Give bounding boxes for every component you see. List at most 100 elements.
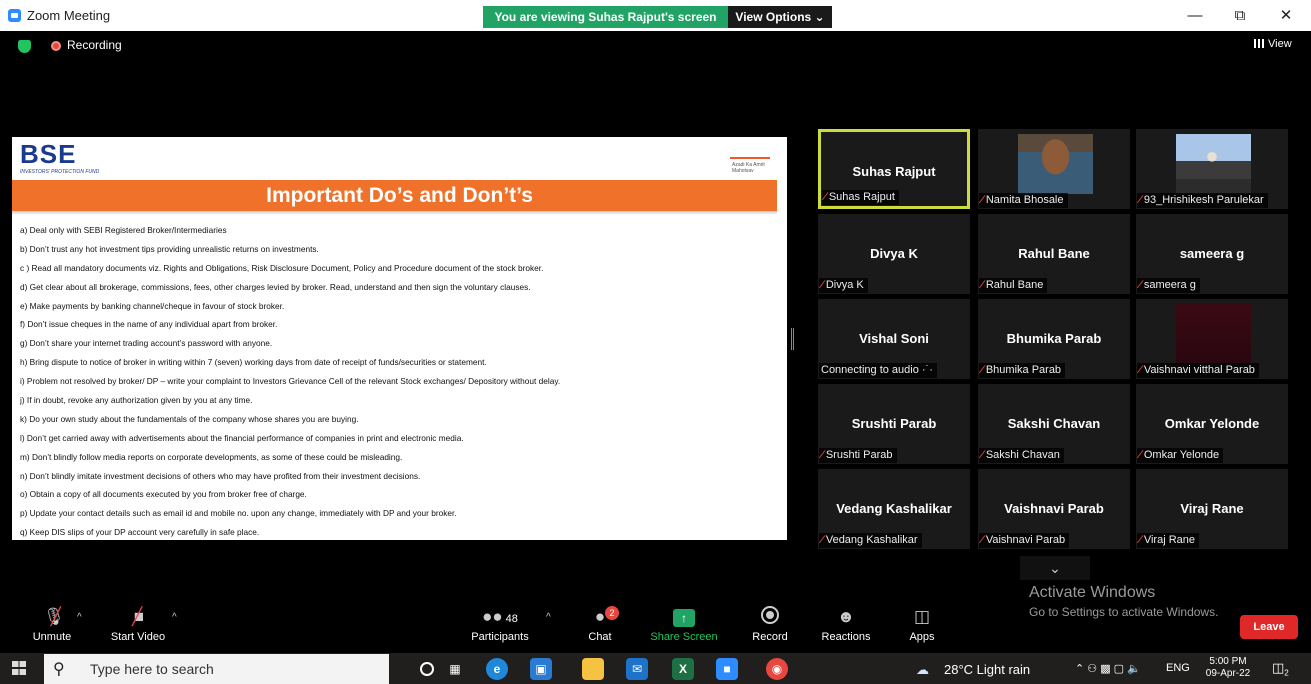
- clock-date: 09-Apr-22: [1205, 668, 1251, 679]
- participant-name-label: ∕ 93_Hrishikesh Parulekar: [1137, 193, 1268, 208]
- participant-label-text: Rahul Bane: [985, 279, 1044, 291]
- participant-tile[interactable]: Srushti Parab ∕ Srushti Parab: [818, 384, 970, 464]
- window-title: Zoom Meeting: [27, 8, 111, 23]
- slide-list-item: m) Don’t blindly follow media reports on…: [20, 451, 403, 462]
- slide-list-item: d) Get clear about all brokerage, commis…: [20, 281, 531, 292]
- participant-name-label: ∕ Omkar Yelonde: [1137, 448, 1224, 463]
- participant-tile[interactable]: Divya K ∕ Divya K: [818, 214, 970, 294]
- store-icon[interactable]: ▣: [530, 658, 552, 680]
- windows-start-icon[interactable]: [12, 661, 26, 675]
- participants-icon: ●● 48: [482, 607, 518, 626]
- clock-time: 5:00 PM: [1209, 656, 1247, 667]
- muted-mic-icon: ∕: [981, 364, 983, 376]
- weather-cloud-icon: ☁: [916, 662, 929, 677]
- participant-label-text: Connecting to audio ·˙·: [821, 364, 933, 376]
- taskbar-search-box[interactable]: ⚲ Type here to search: [44, 654, 389, 684]
- participant-tile[interactable]: ∕ Namita Bhosale: [978, 129, 1130, 209]
- participant-display-name: Divya K: [870, 246, 918, 261]
- participant-tile[interactable]: Viraj Rane ∕ Viraj Rane: [1136, 469, 1288, 549]
- taskbar-clock[interactable]: 5:00 PM 09-Apr-22: [1200, 656, 1256, 680]
- grid-view-icon: [1254, 39, 1264, 48]
- participant-tile[interactable]: Vaishnavi Parab ∕ Vaishnavi Parab: [978, 469, 1130, 549]
- minimize-button[interactable]: —: [1180, 5, 1210, 27]
- view-button[interactable]: View: [1254, 38, 1292, 50]
- record-icon: [748, 606, 792, 628]
- participant-display-name: Suhas Rajput: [852, 164, 936, 179]
- unmute-button[interactable]: 🎙╱ Unmute: [30, 606, 74, 643]
- participant-name-label: ∕ Namita Bhosale: [979, 193, 1068, 208]
- tray-icons[interactable]: ⌃ ⚇ ▩ ▢ 🔈: [1075, 662, 1141, 675]
- gallery-scroll-down-button[interactable]: ⌄: [1020, 556, 1090, 580]
- participant-tile[interactable]: Omkar Yelonde ∕ Omkar Yelonde: [1136, 384, 1288, 464]
- participant-label-text: Viraj Rane: [1143, 534, 1196, 546]
- cortana-icon[interactable]: [420, 662, 434, 676]
- weather-text[interactable]: 28°C Light rain: [944, 662, 1030, 677]
- muted-mic-icon: ∕: [824, 191, 826, 203]
- record-label: Record: [752, 631, 788, 643]
- excel-icon[interactable]: X: [672, 658, 694, 680]
- close-button[interactable]: ✕: [1271, 5, 1301, 27]
- participant-tile[interactable]: Bhumika Parab ∕ Bhumika Parab: [978, 299, 1130, 379]
- slide-list-item: q) Keep DIS slips of your DP account ver…: [20, 527, 260, 538]
- video-options-caret-icon[interactable]: ^: [172, 612, 177, 623]
- activate-windows-title: Activate Windows: [1029, 584, 1156, 601]
- share-screen-button[interactable]: ↑ Share Screen: [648, 606, 720, 643]
- language-indicator[interactable]: ENG: [1166, 662, 1190, 674]
- slide-title: Important Do’s and Don’t’s: [266, 184, 533, 207]
- azadi-logo-icon: [730, 145, 770, 159]
- participant-tile[interactable]: Vishal Soni Connecting to audio ·˙·: [818, 299, 970, 379]
- reactions-button[interactable]: ☻ Reactions: [818, 606, 874, 643]
- slide-list-item: l) Don’t get carried away with advertise…: [20, 432, 464, 443]
- participants-button[interactable]: ●● 48 Participants: [468, 606, 532, 643]
- leave-button[interactable]: Leave: [1240, 615, 1298, 639]
- participant-tile[interactable]: Vedang Kashalikar ∕ Vedang Kashalikar: [818, 469, 970, 549]
- mail-icon[interactable]: ✉: [626, 658, 648, 680]
- participant-tile[interactable]: Sakshi Chavan ∕ Sakshi Chavan: [978, 384, 1130, 464]
- edge-browser-icon[interactable]: e: [486, 658, 508, 680]
- zoom-app-icon: [8, 9, 21, 22]
- slide-list-item: h) Bring dispute to notice of broker in …: [20, 357, 487, 368]
- reactions-smiley-icon: ☻: [837, 607, 855, 626]
- muted-mic-icon: ∕: [981, 279, 983, 291]
- task-view-icon[interactable]: ▦: [444, 658, 466, 680]
- muted-mic-icon: ∕: [1139, 279, 1141, 291]
- search-icon: ⚲: [53, 661, 65, 678]
- participant-name-label: ∕ Bhumika Parab: [979, 363, 1066, 378]
- zoom-window: Zoom Meeting — ⧉ ✕ You are viewing Suhas…: [0, 0, 1311, 684]
- slide-list-item: o) Obtain a copy of all documents execut…: [20, 489, 307, 500]
- maximize-button[interactable]: ⧉: [1225, 5, 1255, 27]
- apps-button[interactable]: ◫ Apps: [904, 606, 940, 643]
- activate-windows-subtitle: Go to Settings to activate Windows.: [1029, 605, 1219, 619]
- slide-list-item: p) Update your contact details such as e…: [20, 508, 457, 519]
- participant-name-label: ∕ Vedang Kashalikar: [819, 533, 922, 548]
- azadi-logo-text: Azadi Ka Amrit Mahotsav: [732, 162, 765, 174]
- participant-label-text: Vedang Kashalikar: [825, 534, 918, 546]
- chrome-icon[interactable]: ◉: [766, 658, 788, 680]
- participant-tile[interactable]: Rahul Bane ∕ Rahul Bane: [978, 214, 1130, 294]
- participant-tile[interactable]: ∕ Vaishnavi vitthal Parab: [1136, 299, 1288, 379]
- participants-options-caret-icon[interactable]: ^: [546, 612, 551, 623]
- start-video-button[interactable]: ■╱ Start Video: [105, 606, 171, 643]
- zoom-taskbar-icon[interactable]: ■: [716, 658, 738, 680]
- security-shield-icon[interactable]: [18, 40, 31, 53]
- slide-list-item: j) If in doubt, revoke any authorization…: [20, 395, 253, 406]
- record-button[interactable]: Record: [748, 606, 792, 643]
- participant-label-text: Srushti Parab: [825, 449, 893, 461]
- participant-tile[interactable]: Suhas Rajput ∕ Suhas Rajput: [818, 129, 970, 209]
- shared-slide: BSE INVESTORS' PROTECTION FUND Azadi Ka …: [12, 137, 787, 540]
- dos-and-donts-list: a) Deal only with SEBI Registered Broker…: [20, 221, 560, 542]
- participant-tile[interactable]: ∕ 93_Hrishikesh Parulekar: [1136, 129, 1288, 209]
- participant-display-name: Omkar Yelonde: [1164, 416, 1260, 431]
- participant-tile[interactable]: sameera g ∕ sameera g: [1136, 214, 1288, 294]
- muted-mic-icon: ∕: [981, 449, 983, 461]
- panel-resize-handle[interactable]: [791, 328, 794, 350]
- audio-options-caret-icon[interactable]: ^: [77, 612, 82, 623]
- recording-icon: [51, 41, 61, 51]
- notification-icon[interactable]: ◫2: [1272, 660, 1289, 678]
- title-bar-shadow: [12, 211, 777, 215]
- file-explorer-icon[interactable]: [582, 658, 604, 680]
- participant-label-text: Namita Bhosale: [985, 194, 1064, 206]
- participant-label-text: Vaishnavi vitthal Parab: [1143, 364, 1255, 376]
- recording-label[interactable]: Recording: [67, 38, 122, 54]
- view-options-button[interactable]: View Options ⌄: [728, 6, 832, 28]
